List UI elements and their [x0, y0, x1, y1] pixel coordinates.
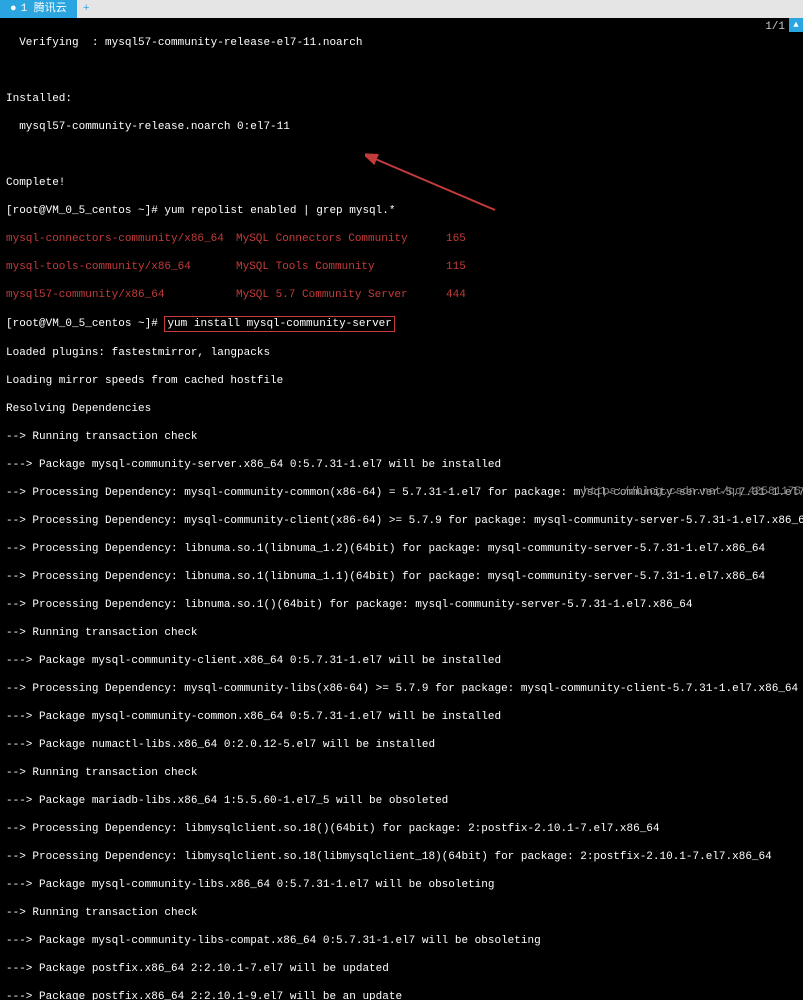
tab-bar: ● 1 腾讯云 +: [0, 0, 803, 18]
output-line: --> Processing Dependency: libnuma.so.1(…: [6, 570, 797, 584]
output-line: --> Processing Dependency: mysql-communi…: [6, 514, 797, 528]
line-position: 1/1: [765, 20, 785, 34]
tab-add-button[interactable]: +: [77, 0, 96, 18]
output-line: [6, 64, 797, 78]
output-line: ---> Package mysql-community-libs.x86_64…: [6, 878, 797, 892]
repo-line: mysql-tools-community/x86_64MySQL Tools …: [6, 260, 797, 274]
prompt-line: [root@VM_0_5_centos ~]# yum install mysq…: [6, 316, 797, 332]
terminal-output[interactable]: Verifying : mysql57-community-release-el…: [0, 18, 803, 1000]
output-line: --> Processing Dependency: libmysqlclien…: [6, 850, 797, 864]
repo-line: mysql-connectors-community/x86_64MySQL C…: [6, 232, 797, 246]
output-line: Installed:: [6, 92, 797, 106]
output-line: --> Processing Dependency: libnuma.so.1(…: [6, 598, 797, 612]
output-line: ---> Package mysql-community-common.x86_…: [6, 710, 797, 724]
highlighted-command: yum install mysql-community-server: [164, 316, 394, 332]
repo-line: mysql57-community/x86_64MySQL 5.7 Commun…: [6, 288, 797, 302]
output-line: Resolving Dependencies: [6, 402, 797, 416]
output-line: ---> Package mysql-community-server.x86_…: [6, 458, 797, 472]
scroll-up-icon[interactable]: ▲: [789, 18, 803, 32]
tab-label: 1 腾讯云: [21, 2, 67, 16]
output-line: ---> Package mariadb-libs.x86_64 1:5.5.6…: [6, 794, 797, 808]
watermark: https://blog.csdn.net/qq_42581175: [581, 484, 803, 500]
tab-dot-icon: ●: [10, 2, 17, 16]
tab-active[interactable]: ● 1 腾讯云: [0, 0, 77, 18]
output-line: --> Processing Dependency: libnuma.so.1(…: [6, 542, 797, 556]
output-line: --> Processing Dependency: libmysqlclien…: [6, 822, 797, 836]
output-line: Complete!: [6, 176, 797, 190]
output-line: ---> Package numactl-libs.x86_64 0:2.0.1…: [6, 738, 797, 752]
output-line: --> Running transaction check: [6, 906, 797, 920]
output-line: ---> Package postfix.x86_64 2:2.10.1-7.e…: [6, 962, 797, 976]
output-line: mysql57-community-release.noarch 0:el7-1…: [6, 120, 797, 134]
output-line: --> Processing Dependency: mysql-communi…: [6, 682, 797, 696]
output-line: Verifying : mysql57-community-release-el…: [6, 36, 797, 50]
output-line: Loaded plugins: fastestmirror, langpacks: [6, 346, 797, 360]
output-line: --> Running transaction check: [6, 766, 797, 780]
output-line: Loading mirror speeds from cached hostfi…: [6, 374, 797, 388]
output-line: ---> Package mysql-community-libs-compat…: [6, 934, 797, 948]
output-line: --> Running transaction check: [6, 626, 797, 640]
output-line: --> Running transaction check: [6, 430, 797, 444]
output-line: ---> Package postfix.x86_64 2:2.10.1-9.e…: [6, 990, 797, 1000]
output-line: [6, 148, 797, 162]
prompt-line: [root@VM_0_5_centos ~]# yum repolist ena…: [6, 204, 797, 218]
output-line: ---> Package mysql-community-client.x86_…: [6, 654, 797, 668]
